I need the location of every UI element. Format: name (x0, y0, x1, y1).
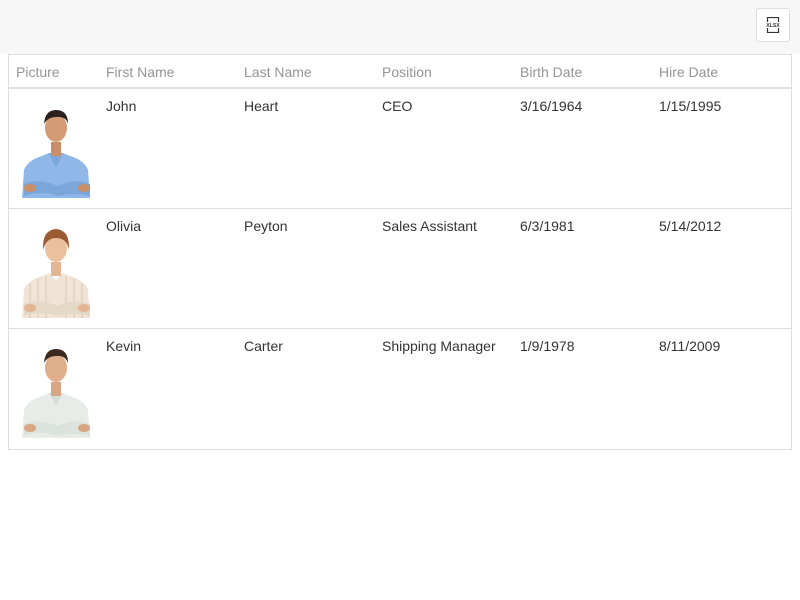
picture-cell (9, 209, 99, 328)
table-row[interactable]: Kevin Carter Shipping Manager 1/9/1978 8… (9, 329, 791, 449)
position-cell: Sales Assistant (382, 218, 477, 234)
birth-date-cell: 6/3/1981 (520, 218, 575, 234)
employee-photo (18, 98, 94, 198)
column-header-first-name[interactable]: First Name (99, 55, 237, 87)
column-header-picture[interactable]: Picture (9, 55, 99, 87)
birth-date-cell: 3/16/1964 (520, 98, 583, 114)
position-cell: CEO (382, 98, 413, 114)
employee-photo (18, 218, 94, 318)
column-header-birth-date[interactable]: Birth Date (513, 55, 652, 87)
xlsx-export-icon: XLSX (765, 17, 781, 33)
column-header-position[interactable]: Position (375, 55, 513, 87)
picture-cell (9, 89, 99, 208)
picture-cell (9, 329, 99, 449)
grid-header-row: Picture First Name Last Name Position Bi… (9, 55, 791, 89)
export-xlsx-button[interactable]: XLSX (756, 8, 790, 42)
position-cell: Shipping Manager (382, 338, 496, 354)
employee-photo (18, 338, 94, 438)
employees-grid: Picture First Name Last Name Position Bi… (8, 54, 792, 450)
last-name-cell: Peyton (244, 218, 288, 234)
hire-date-cell: 8/11/2009 (659, 338, 721, 354)
first-name-cell: Olivia (106, 218, 142, 234)
table-row[interactable]: John Heart CEO 3/16/1964 1/15/1995 (9, 89, 791, 209)
hire-date-cell: 1/15/1995 (659, 98, 722, 114)
table-row[interactable]: Olivia Peyton Sales Assistant 6/3/1981 5… (9, 209, 791, 329)
first-name-cell: John (106, 98, 137, 114)
birth-date-cell: 1/9/1978 (520, 338, 575, 354)
column-header-hire-date[interactable]: Hire Date (652, 55, 791, 87)
column-header-last-name[interactable]: Last Name (237, 55, 375, 87)
last-name-cell: Carter (244, 338, 283, 354)
hire-date-cell: 5/14/2012 (659, 218, 722, 234)
grid-toolbar: XLSX (0, 0, 800, 54)
first-name-cell: Kevin (106, 338, 142, 354)
last-name-cell: Heart (244, 98, 279, 114)
svg-text:XLSX: XLSX (766, 23, 780, 29)
